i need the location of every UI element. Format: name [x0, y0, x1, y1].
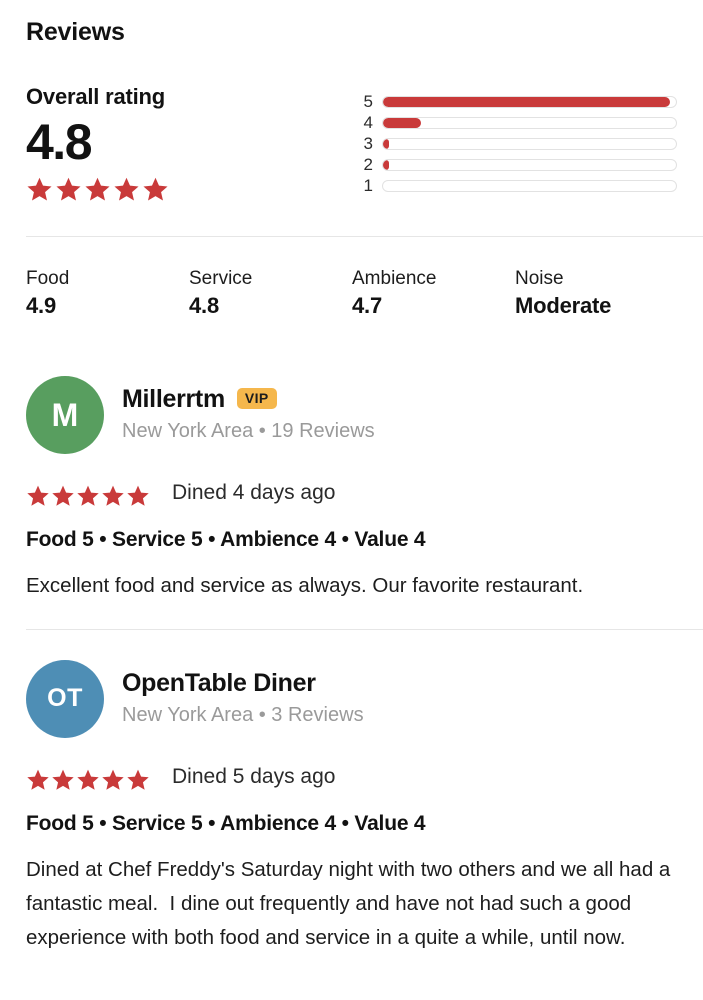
- rating-bar-track: [382, 180, 677, 192]
- reviewer-info: OpenTable Diner New York Area • 3 Reviews: [122, 669, 364, 730]
- dined-date: Dined 5 days ago: [172, 766, 335, 787]
- star-icon: [113, 176, 140, 203]
- metric-label: Ambience: [352, 267, 515, 291]
- star-icon: [51, 768, 75, 792]
- star-icon: [101, 768, 125, 792]
- avatar-initials: OT: [47, 686, 83, 711]
- star-icon: [26, 768, 50, 792]
- metric-food: Food4.9: [26, 267, 189, 320]
- dined-date: Dined 4 days ago: [172, 482, 335, 503]
- rating-bar-track: [382, 117, 677, 129]
- metric-noise: NoiseModerate: [515, 267, 611, 320]
- review-rating-row: Dined 5 days ago: [26, 761, 677, 792]
- reviewer-name[interactable]: OpenTable Diner: [122, 669, 316, 698]
- rating-bar-track: [382, 138, 677, 150]
- avatar: OT: [26, 660, 104, 738]
- rating-bar-label: 5: [351, 93, 373, 110]
- star-icon: [142, 176, 169, 203]
- review-stars: [26, 484, 150, 508]
- star-icon: [101, 484, 125, 508]
- review-body: Dined at Chef Freddy's Saturday night wi…: [26, 853, 677, 954]
- review-scores: Food 5 • Service 5 • Ambience 4 • Value …: [26, 527, 677, 552]
- reviews-list: M Millerrtm VIP New York Area • 19 Reviews D…: [26, 372, 677, 955]
- rating-bar-fill: [383, 160, 389, 170]
- rating-bar-label: 4: [351, 114, 373, 131]
- rating-bar-row: 4: [351, 112, 677, 133]
- metric-value: 4.7: [352, 292, 515, 320]
- star-icon: [76, 484, 100, 508]
- metric-label: Food: [26, 267, 189, 291]
- metric-scores: Food4.9Service4.8Ambience4.7NoiseModerat…: [26, 267, 677, 320]
- overall-rating-label: Overall rating: [26, 85, 351, 109]
- star-icon: [126, 768, 150, 792]
- page-title: Reviews: [26, 0, 677, 47]
- rating-bar-track: [382, 159, 677, 171]
- rating-bar-fill: [383, 139, 389, 149]
- rating-summary: Overall rating 4.8 5 4 3 2 1: [26, 85, 677, 203]
- metric-service: Service4.8: [189, 267, 352, 320]
- summary-divider: [26, 236, 703, 237]
- metric-label: Noise: [515, 267, 611, 291]
- rating-distribution-chart: 5 4 3 2 1: [351, 85, 677, 196]
- review-scores: Food 5 • Service 5 • Ambience 4 • Value …: [26, 811, 677, 836]
- rating-bar-label: 1: [351, 177, 373, 194]
- reviewer-name[interactable]: Millerrtm: [122, 385, 225, 414]
- reviews-page: Reviews Overall rating 4.8 5 4 3 2 1 Food4.9…: [0, 0, 703, 1000]
- reviewer[interactable]: M Millerrtm VIP New York Area • 19 Reviews: [26, 376, 677, 454]
- rating-bar-row: 5: [351, 91, 677, 112]
- metric-value: 4.8: [189, 292, 352, 320]
- rating-bar-row: 1: [351, 175, 677, 196]
- rating-bar-label: 3: [351, 135, 373, 152]
- avatar: M: [26, 376, 104, 454]
- rating-bar-label: 2: [351, 156, 373, 173]
- review-rating-row: Dined 4 days ago: [26, 477, 677, 508]
- review-body: Excellent food and service as always. Ou…: [26, 569, 677, 603]
- star-icon: [84, 176, 111, 203]
- reviewer-name-row: OpenTable Diner: [122, 669, 364, 698]
- avatar-initials: M: [52, 399, 79, 431]
- vip-badge: VIP: [237, 388, 277, 409]
- overall-rating-stars: [26, 176, 351, 203]
- reviewer[interactable]: OT OpenTable Diner New York Area • 3 Revie…: [26, 660, 677, 738]
- metric-ambience: Ambience4.7: [352, 267, 515, 320]
- star-icon: [51, 484, 75, 508]
- rating-bar-track: [382, 96, 677, 108]
- reviewer-meta: New York Area • 3 Reviews: [122, 703, 364, 727]
- rating-bar-row: 3: [351, 133, 677, 154]
- star-icon: [76, 768, 100, 792]
- rating-bar-fill: [383, 118, 421, 128]
- rating-bar-row: 2: [351, 154, 677, 175]
- metric-value: Moderate: [515, 292, 611, 320]
- star-icon: [26, 176, 53, 203]
- overall-rating-block: Overall rating 4.8: [26, 85, 351, 203]
- metric-value: 4.9: [26, 292, 189, 320]
- star-icon: [55, 176, 82, 203]
- star-icon: [26, 484, 50, 508]
- rating-bar-fill: [383, 97, 670, 107]
- reviewer-meta: New York Area • 19 Reviews: [122, 419, 375, 443]
- review-stars: [26, 768, 150, 792]
- review-item: M Millerrtm VIP New York Area • 19 Reviews D…: [26, 372, 677, 656]
- star-icon: [126, 484, 150, 508]
- review-item: OT OpenTable Diner New York Area • 3 Revie…: [26, 656, 677, 955]
- overall-rating-score: 4.8: [26, 116, 351, 169]
- reviewer-info: Millerrtm VIP New York Area • 19 Reviews: [122, 385, 375, 446]
- reviewer-name-row: Millerrtm VIP: [122, 385, 375, 414]
- metric-label: Service: [189, 267, 352, 291]
